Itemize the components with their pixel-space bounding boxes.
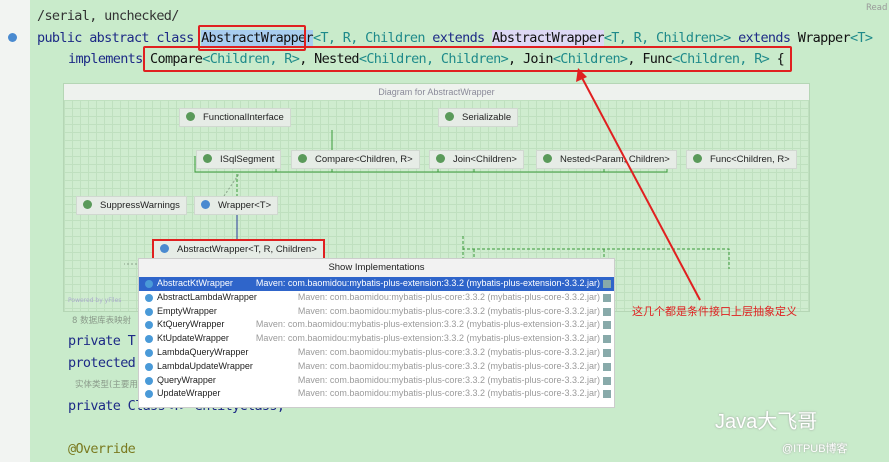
annotation-arrow: [576, 68, 701, 301]
annotation-note: 这几个都是条件接口上层抽象定义: [632, 305, 797, 318]
watermark: Java大飞哥: [715, 411, 818, 433]
watermark-sub: @ITPUB博客: [782, 443, 848, 455]
